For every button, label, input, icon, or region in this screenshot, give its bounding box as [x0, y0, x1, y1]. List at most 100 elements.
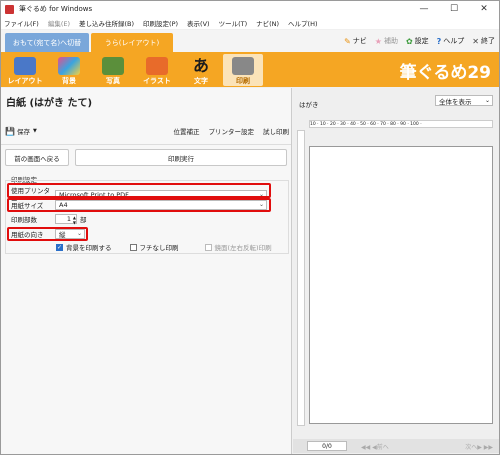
position-adjust-button[interactable]: 位置補正: [174, 126, 200, 136]
save-label: 保存: [16, 128, 30, 136]
tab-front-label: おもて(宛て名)へ切替: [12, 38, 82, 47]
ribbon-background-button[interactable]: 背景: [49, 54, 89, 86]
assist-link[interactable]: ★ 補助: [375, 36, 398, 46]
save-button[interactable]: 💾 保存 ▼: [5, 126, 37, 137]
maximize-button[interactable]: ☐: [439, 1, 469, 17]
assist-label: 補助: [383, 37, 398, 45]
chevron-down-icon: ▼: [32, 128, 37, 134]
settings-label: 設定: [414, 37, 429, 45]
horizontal-ruler: 10 · 10 · 20 · 30 · 40 · 50 · 60 · 70 · …: [309, 120, 493, 128]
ribbon-background-label: 背景: [62, 77, 76, 85]
copies-value: 1: [66, 215, 71, 223]
menu-file[interactable]: ファイル(F): [4, 18, 39, 28]
menu-edit[interactable]: 編集(E): [48, 18, 70, 28]
illust-icon: [146, 57, 168, 75]
menu-navi[interactable]: ナビ(N): [256, 18, 279, 28]
minimize-button[interactable]: —: [409, 1, 439, 17]
checkbox-icon: [129, 243, 137, 251]
ribbon-layout-button[interactable]: レイアウト: [5, 54, 45, 86]
copies-stepper[interactable]: 1 ▲ ▼: [55, 214, 77, 225]
panel-toolbar: 💾 保存 ▼ 位置補正 プリンター設定 試し印刷: [5, 125, 289, 137]
tab-back-label: うら(レイアウト): [104, 38, 160, 47]
assist-icon: ★: [374, 36, 382, 46]
mirror-print-label: 鏡面(左右反転)印刷: [214, 244, 272, 252]
preview-label: はがき: [299, 101, 319, 109]
print-execute-button[interactable]: 印刷実行: [75, 149, 287, 166]
app-icon: [5, 4, 14, 14]
top-links: ✎ ナビ ★ 補助 ✿ 設定 ? ヘルプ ✕ 終了: [336, 36, 495, 46]
help-label: ヘルプ: [443, 37, 465, 45]
page-counter: 0/0: [307, 441, 347, 451]
save-icon: 💾: [5, 126, 15, 136]
borderless-label: フチなし印刷: [139, 244, 179, 252]
exit-icon: ✕: [472, 36, 479, 46]
navi-label: ナビ: [352, 37, 367, 45]
paper-preview: [309, 146, 493, 424]
menu-view[interactable]: 表示(V): [187, 18, 210, 28]
ribbon-text-button[interactable]: あ 文字: [181, 54, 221, 86]
vertical-ruler: [297, 130, 305, 426]
app-window: 筆ぐるめ for Windows — ☐ ✕ ファイル(F) 編集(E) 差し込…: [0, 0, 500, 455]
next-page-button[interactable]: 次へ▶ ▶▶: [465, 442, 493, 451]
highlight-printer: [7, 183, 271, 198]
borderless-checkbox[interactable]: フチなし印刷: [129, 242, 179, 252]
exit-label: 終了: [481, 37, 495, 45]
print-background-checkbox[interactable]: ✓ 背景を印刷する: [56, 242, 112, 252]
test-print-button[interactable]: 試し印刷: [263, 126, 289, 136]
ribbon-illust-label: イラスト: [143, 77, 171, 85]
settings-icon: ✿: [405, 36, 413, 46]
help-link[interactable]: ? ヘルプ: [437, 36, 465, 46]
preview-statusbar: 0/0 ◀◀ ◀前へ 次へ▶ ▶▶: [293, 439, 499, 453]
copies-label: 印刷部数: [11, 216, 37, 224]
zoom-value: 全体を表示: [439, 97, 472, 106]
ribbon-illust-button[interactable]: イラスト: [137, 54, 177, 86]
menu-print-settings[interactable]: 印刷設定(P): [143, 18, 178, 28]
ribbon-photo-button[interactable]: 写真: [93, 54, 133, 86]
ribbon-print-label: 印刷: [236, 77, 250, 85]
ribbon-text-label: 文字: [194, 77, 208, 85]
divider: [1, 144, 291, 145]
navi-icon: ✎: [344, 36, 351, 46]
tab-front-switch[interactable]: おもて(宛て名)へ切替: [5, 33, 89, 52]
ribbon-photo-label: 写真: [106, 77, 120, 85]
settings-link[interactable]: ✿ 設定: [406, 36, 429, 46]
stepper-arrows-icon[interactable]: ▲ ▼: [73, 215, 76, 225]
menu-bar: ファイル(F) 編集(E) 差し込み住所録(B) 印刷設定(P) 表示(V) ツ…: [1, 17, 499, 29]
preview-panel: はがき 全体を表示 ⌄ 10 · 10 · 20 · 30 · 40 · 50 …: [293, 88, 499, 454]
prev-page-button[interactable]: ◀◀ ◀前へ: [361, 442, 389, 451]
copies-row: 印刷部数 1 ▲ ▼ 部: [11, 214, 87, 225]
highlight-orientation: [7, 227, 88, 241]
options-row: ✓ 背景を印刷する フチなし印刷 鏡面(左右反転)印刷: [56, 242, 282, 252]
text-icon: あ: [192, 56, 209, 75]
ribbon-print-button[interactable]: 印刷: [223, 54, 263, 86]
zoom-select[interactable]: 全体を表示 ⌄: [435, 95, 493, 106]
highlight-paper-size: [7, 198, 271, 212]
horizontal-ruler-ticks: 10 · 10 · 20 · 30 · 40 · 50 · 60 · 70 · …: [310, 121, 422, 127]
tab-row: おもて(宛て名)へ切替 うら(レイアウト) ✎ ナビ ★ 補助 ✿ 設定 ? ヘルプ ✕…: [1, 30, 499, 52]
title-bar: 筆ぐるめ for Windows — ☐ ✕: [1, 1, 499, 17]
brand-logo: 筆ぐるめ29: [399, 63, 491, 83]
layout-icon: [14, 57, 36, 75]
checkbox-icon: [204, 243, 212, 251]
printer-settings-button[interactable]: プリンター設定: [209, 126, 255, 136]
checkmark-icon: ✓: [56, 243, 63, 251]
close-button[interactable]: ✕: [469, 1, 499, 17]
menu-addressbook[interactable]: 差し込み住所録(B): [79, 18, 134, 28]
background-icon: [58, 57, 80, 75]
mirror-print-checkbox[interactable]: 鏡面(左右反転)印刷: [204, 242, 272, 252]
help-icon: ?: [436, 36, 442, 46]
window-title: 筆ぐるめ for Windows: [19, 5, 93, 13]
copies-unit: 部: [80, 216, 87, 224]
print-background-label: 背景を印刷する: [66, 244, 112, 252]
tab-back-layout[interactable]: うら(レイアウト): [91, 33, 173, 52]
print-settings-panel: 白紙 (はがき たて) 💾 保存 ▼ 位置補正 プリンター設定 試し印刷 前の画…: [1, 88, 292, 454]
back-button[interactable]: 前の画面へ戻る: [5, 149, 69, 166]
printer-icon: [232, 57, 254, 75]
page-title: 白紙 (はがき たて): [6, 98, 93, 109]
navi-link[interactable]: ✎ ナビ: [344, 36, 367, 46]
chevron-down-icon: ⌄: [484, 97, 490, 104]
menu-tools[interactable]: ツール(T): [219, 18, 248, 28]
photo-icon: [102, 57, 124, 75]
exit-link[interactable]: ✕ 終了: [472, 36, 495, 46]
menu-help[interactable]: ヘルプ(H): [288, 18, 317, 28]
